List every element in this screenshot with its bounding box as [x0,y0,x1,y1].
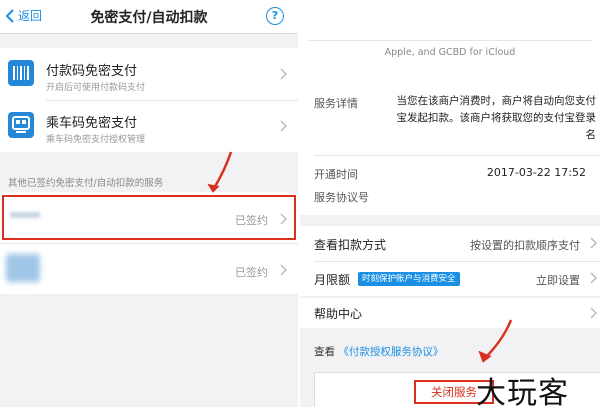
deduction-method-row[interactable]: 查看扣款方式 按设置的扣款顺序支付 [300,226,600,261]
help-center-row[interactable]: 帮助中心 [300,298,600,328]
barcode-icon [8,60,34,86]
right-panel: Apple, and GCBD for iCloud 服务详情 当您在该商户消费… [300,0,600,407]
chevron-right-icon [590,272,598,284]
deduction-method-label: 查看扣款方式 [314,238,387,252]
payment-code-subtitle: 开启后可使用付款码支付 [46,83,146,93]
chevron-right-icon [590,307,598,319]
annotation-arrow [478,319,513,363]
service-detail-text: 当您在该商户消费时，商户将自动向您支付宝发起扣款。该商户将获取您的支付宝登录名 [396,95,597,141]
payment-settings-card: 付款码免密支付 开启后可使用付款码支付 乘车码免密支付 乘车码免密支付授权管理 [0,48,298,152]
open-time-label: 开通时间 [314,168,358,181]
help-center-label: 帮助中心 [314,307,363,321]
monthly-limit-value: 立即设置 [536,274,580,287]
bus-code-icon [8,112,34,138]
nav-bar: 返回 免密支付/自动扣款 ? [0,0,298,34]
help-icon[interactable]: ? [266,7,284,25]
signed-status: 已签约 [235,266,268,279]
annotation-arrow [207,151,233,193]
bus-code-row[interactable]: 乘车码免密支付 乘车码免密支付授权管理 [0,100,298,152]
service-detail-card: Apple, and GCBD for iCloud 服务详情 当您在该商户消费… [300,0,600,215]
section-label: 其他已签约免密支付/自动扣款的服务 [8,178,164,189]
signed-service-row[interactable]: 已签约 [0,243,298,294]
view-prefix: 查看 [314,346,335,358]
open-time-value: 2017-03-22 17:52 [486,166,586,179]
highlight-box [2,195,296,240]
left-panel: 返回 免密支付/自动扣款 ? 付款码免密支付 开启后可使用付款码支付 乘车码免密… [0,0,298,407]
divider [308,40,592,41]
deduction-method-value: 按设置的扣款顺序支付 [470,239,580,252]
payment-code-row[interactable]: 付款码免密支付 开启后可使用付款码支付 [0,48,298,100]
service-detail-label: 服务详情 [314,97,358,110]
monthly-limit-label: 月限额 [314,273,351,287]
bus-code-subtitle: 乘车码免密支付授权管理 [46,135,146,145]
monthly-limit-row[interactable]: 月限额 时刻保护账户与消费安全 立即设置 [300,261,600,296]
agreement-link[interactable]: 《付款授权服务协议》 [338,346,443,358]
chevron-right-icon [280,68,288,80]
agreement-number-label: 服务协议号 [314,191,369,204]
merchant-name: Apple, and GCBD for iCloud [384,47,516,58]
payment-code-title: 付款码免密支付 [46,64,138,79]
watermark-logo: 大玩客 [476,376,569,407]
page-title: 免密支付/自动扣款 [90,10,208,26]
agreement-line: 查看 《付款授权服务协议》 [314,344,443,359]
blurred-merchant-logo [6,254,40,282]
bus-code-title: 乘车码免密支付 [46,116,138,131]
chevron-right-icon [280,264,288,276]
payment-options-card: 查看扣款方式 按设置的扣款顺序支付 月限额 时刻保护账户与消费安全 立即设置 [300,226,600,296]
divider [314,155,600,156]
security-badge: 时刻保护账户与消费安全 [358,272,460,286]
chevron-right-icon [280,120,288,132]
screenshot-root: 返回 免密支付/自动扣款 ? 付款码免密支付 开启后可使用付款码支付 乘车码免密… [0,0,600,407]
chevron-right-icon [590,237,598,249]
